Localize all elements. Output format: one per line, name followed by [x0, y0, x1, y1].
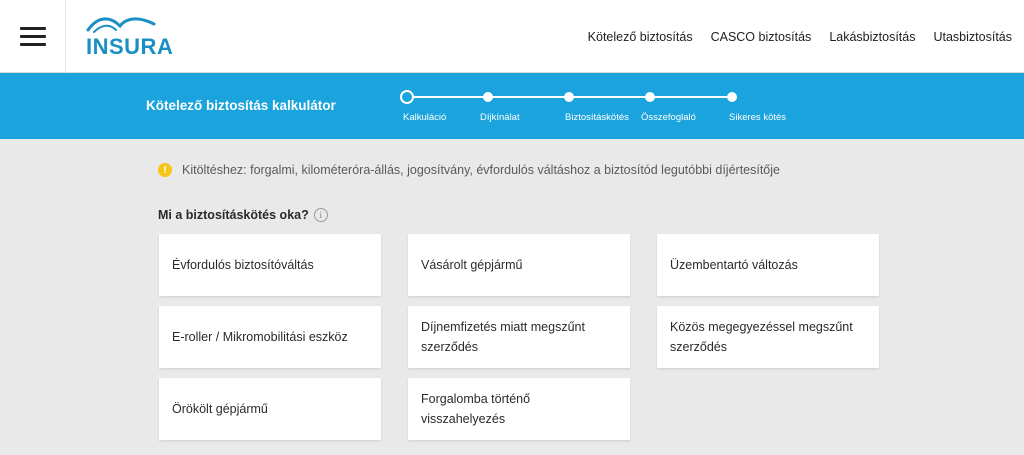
step-label: Sikeres kötés — [729, 112, 787, 123]
option-label: Közös megegyezéssel megszűnt szerződés — [670, 320, 853, 354]
option-dijnemfizetes[interactable]: Díjnemfizetés miatt megszűnt szerződés — [408, 306, 630, 368]
option-e-roller[interactable]: E-roller / Mikromobilitási eszköz — [159, 306, 381, 368]
question-heading: Mi a biztosításkötés oka? i — [158, 208, 328, 222]
option-vasarolt-gepjarmu[interactable]: Vásárolt gépjármű — [408, 234, 630, 296]
nav-link-utas[interactable]: Utasbiztosítás — [933, 30, 1012, 44]
option-label: Üzembentartó változás — [670, 258, 798, 272]
top-navigation: Kötelező biztosítás CASCO biztosítás Lak… — [588, 0, 1012, 73]
nav-link-lakas[interactable]: Lakásbiztosítás — [829, 30, 915, 44]
option-label: Vásárolt gépjármű — [421, 258, 523, 272]
logo-text: INSURA — [86, 34, 174, 59]
nav-link-casco[interactable]: CASCO biztosítás — [711, 30, 812, 44]
option-label: Díjnemfizetés miatt megszűnt szerződés — [421, 320, 585, 354]
option-evfordulos-valtas[interactable]: Évfordulós biztosítóváltás — [159, 234, 381, 296]
warning-icon: ! — [158, 163, 172, 177]
option-uzembentarto-valtozas[interactable]: Üzembentartó változás — [657, 234, 879, 296]
step-label: Díjkínálat — [480, 112, 520, 123]
option-label: Évfordulós biztosítóváltás — [172, 258, 314, 272]
fill-hint: ! Kitöltéshez: forgalmi, kilométeróra-ál… — [158, 163, 780, 177]
option-label: Forgalomba történő visszahelyezés — [421, 392, 531, 426]
nav-link-kotelezo[interactable]: Kötelező biztosítás — [588, 30, 693, 44]
option-forgalomba-visszahelyezes[interactable]: Forgalomba történő visszahelyezés — [408, 378, 630, 440]
progress-stepper: Kalkuláció Díjkínálat Biztosításkötés Ös… — [400, 88, 800, 132]
step-label: Biztosításkötés — [565, 112, 629, 123]
hamburger-menu-icon[interactable] — [0, 0, 66, 73]
step-dot — [564, 92, 574, 102]
option-kozos-megegyezes[interactable]: Közös megegyezéssel megszűnt szerződés — [657, 306, 879, 368]
step-dot — [483, 92, 493, 102]
insura-logo[interactable]: INSURA — [84, 14, 173, 60]
hint-text: Kitöltéshez: forgalmi, kilométeróra-állá… — [182, 163, 780, 177]
step-label: Összefoglaló — [641, 112, 696, 123]
question-text: Mi a biztosításkötés oka? — [158, 208, 309, 222]
option-orokolt-gepjarmu[interactable]: Örökölt gépjármű — [159, 378, 381, 440]
site-header: INSURA Kötelező biztosítás CASCO biztosí… — [0, 0, 1024, 73]
calculator-title: Kötelező biztosítás kalkulátor — [146, 98, 336, 113]
option-label: E-roller / Mikromobilitási eszköz — [172, 330, 348, 344]
step-dot-current — [400, 90, 414, 104]
info-icon[interactable]: i — [313, 208, 328, 222]
step-dot — [645, 92, 655, 102]
step-dot — [727, 92, 737, 102]
step-label: Kalkuláció — [403, 112, 447, 123]
option-label: Örökölt gépjármű — [172, 402, 268, 416]
